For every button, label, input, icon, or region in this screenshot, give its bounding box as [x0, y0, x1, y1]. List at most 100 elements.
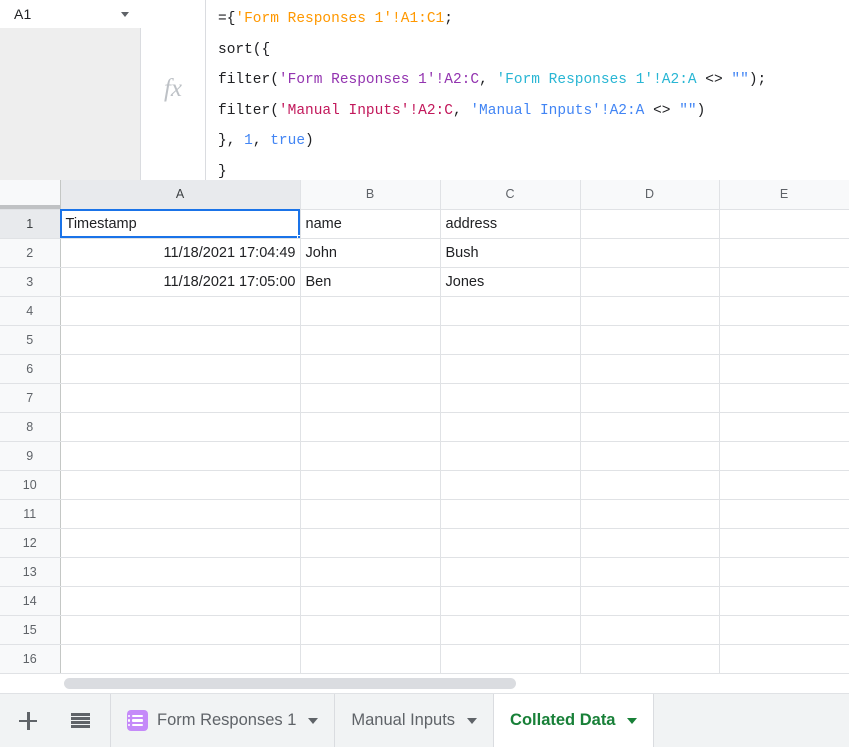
cell-E14[interactable]	[719, 586, 849, 616]
cell-A10[interactable]	[60, 470, 301, 500]
row-header-13[interactable]: 13	[0, 557, 61, 587]
chevron-down-icon[interactable]	[627, 717, 638, 724]
row-header-6[interactable]: 6	[0, 354, 61, 384]
cell-A8[interactable]	[60, 412, 301, 442]
cell-E2[interactable]	[719, 238, 849, 268]
cell-E13[interactable]	[719, 557, 849, 587]
cell-A14[interactable]	[60, 586, 301, 616]
cell-B11[interactable]	[300, 499, 441, 529]
cell-A5[interactable]	[60, 325, 301, 355]
row-header-4[interactable]: 4	[0, 296, 61, 326]
column-header-c[interactable]: C	[440, 180, 581, 210]
chevron-down-icon[interactable]	[121, 11, 129, 17]
cell-C8[interactable]	[440, 412, 581, 442]
cell-E8[interactable]	[719, 412, 849, 442]
sheet-tab-manual-inputs[interactable]: Manual Inputs	[335, 694, 495, 747]
column-header-e[interactable]: E	[719, 180, 849, 210]
row-header-16[interactable]: 16	[0, 644, 61, 674]
cell-C3[interactable]: Jones	[440, 267, 581, 297]
cell-B15[interactable]	[300, 615, 441, 645]
formula-input[interactable]: ={'Form Responses 1'!A1:C1; sort({filter(…	[206, 0, 849, 180]
cell-D13[interactable]	[580, 557, 720, 587]
cell-E1[interactable]	[719, 209, 849, 239]
cell-D9[interactable]	[580, 441, 720, 471]
cell-C2[interactable]: Bush	[440, 238, 581, 268]
chevron-down-icon[interactable]	[308, 717, 319, 724]
horizontal-scrollbar-thumb[interactable]	[64, 678, 516, 689]
cell-C16[interactable]	[440, 644, 581, 674]
column-header-d[interactable]: D	[580, 180, 720, 210]
cell-B2[interactable]: John	[300, 238, 441, 268]
row-header-8[interactable]: 8	[0, 412, 61, 442]
cell-A6[interactable]	[60, 354, 301, 384]
cell-B14[interactable]	[300, 586, 441, 616]
cell-C9[interactable]	[440, 441, 581, 471]
cell-E12[interactable]	[719, 528, 849, 558]
cell-E9[interactable]	[719, 441, 849, 471]
cell-D7[interactable]	[580, 383, 720, 413]
cell-B16[interactable]	[300, 644, 441, 674]
cell-B5[interactable]	[300, 325, 441, 355]
row-header-1[interactable]: 1	[0, 209, 61, 239]
cell-A4[interactable]	[60, 296, 301, 326]
cell-D15[interactable]	[580, 615, 720, 645]
cell-D11[interactable]	[580, 499, 720, 529]
cell-A16[interactable]	[60, 644, 301, 674]
cell-D14[interactable]	[580, 586, 720, 616]
cell-E6[interactable]	[719, 354, 849, 384]
row-header-3[interactable]: 3	[0, 267, 61, 297]
select-all-corner[interactable]	[0, 180, 61, 210]
cell-C6[interactable]	[440, 354, 581, 384]
add-sheet-button[interactable]	[8, 701, 48, 741]
cell-E11[interactable]	[719, 499, 849, 529]
cell-A13[interactable]	[60, 557, 301, 587]
cell-E3[interactable]	[719, 267, 849, 297]
chevron-down-icon[interactable]	[467, 717, 478, 724]
cell-A3[interactable]: 11/18/2021 17:05:00	[60, 267, 301, 297]
cell-D2[interactable]	[580, 238, 720, 268]
sheet-tab-form-responses-1[interactable]: Form Responses 1	[111, 694, 336, 747]
cell-B10[interactable]	[300, 470, 441, 500]
column-header-a[interactable]: A	[60, 180, 301, 210]
cell-B3[interactable]: Ben	[300, 267, 441, 297]
cell-A9[interactable]	[60, 441, 301, 471]
cell-B4[interactable]	[300, 296, 441, 326]
cell-B1[interactable]: name	[300, 209, 441, 239]
column-header-b[interactable]: B	[300, 180, 441, 210]
cell-D4[interactable]	[580, 296, 720, 326]
cell-A15[interactable]	[60, 615, 301, 645]
cell-E15[interactable]	[719, 615, 849, 645]
cell-C11[interactable]	[440, 499, 581, 529]
cell-C10[interactable]	[440, 470, 581, 500]
cell-B9[interactable]	[300, 441, 441, 471]
cell-D8[interactable]	[580, 412, 720, 442]
row-header-11[interactable]: 11	[0, 499, 61, 529]
cell-B7[interactable]	[300, 383, 441, 413]
cell-A2[interactable]: 11/18/2021 17:04:49	[60, 238, 301, 268]
fill-handle[interactable]	[296, 234, 299, 237]
cell-C13[interactable]	[440, 557, 581, 587]
cell-E4[interactable]	[719, 296, 849, 326]
row-header-12[interactable]: 12	[0, 528, 61, 558]
cell-A12[interactable]	[60, 528, 301, 558]
row-header-9[interactable]: 9	[0, 441, 61, 471]
cell-E5[interactable]	[719, 325, 849, 355]
cell-C4[interactable]	[440, 296, 581, 326]
cell-E16[interactable]	[719, 644, 849, 674]
cell-A11[interactable]	[60, 499, 301, 529]
row-header-5[interactable]: 5	[0, 325, 61, 355]
cell-D1[interactable]	[580, 209, 720, 239]
cell-C7[interactable]	[440, 383, 581, 413]
cell-C5[interactable]	[440, 325, 581, 355]
cell-B6[interactable]	[300, 354, 441, 384]
sheet-tab-collated-data[interactable]: Collated Data	[494, 694, 655, 747]
cell-D5[interactable]	[580, 325, 720, 355]
row-header-10[interactable]: 10	[0, 470, 61, 500]
cell-C15[interactable]	[440, 615, 581, 645]
row-header-14[interactable]: 14	[0, 586, 61, 616]
cell-C12[interactable]	[440, 528, 581, 558]
cell-E10[interactable]	[719, 470, 849, 500]
cell-B12[interactable]	[300, 528, 441, 558]
cell-A1[interactable]: Timestamp	[60, 209, 301, 239]
all-sheets-button[interactable]	[60, 701, 100, 741]
